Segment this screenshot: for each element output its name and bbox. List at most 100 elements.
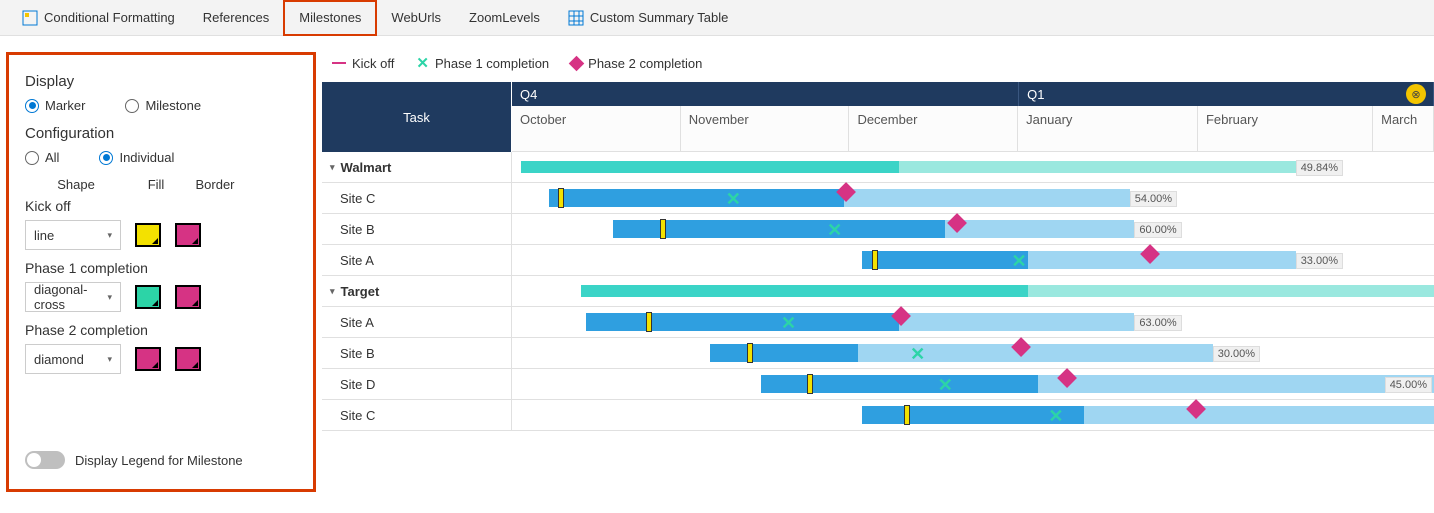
month-cell: January bbox=[1018, 106, 1198, 151]
radio-icon bbox=[25, 99, 39, 113]
phase1-marker: ✕ bbox=[827, 220, 842, 241]
toolbar-custom-summary-table[interactable]: Custom Summary Table bbox=[554, 0, 742, 36]
legend-toggle-label: Display Legend for Milestone bbox=[75, 453, 243, 468]
radio-icon bbox=[125, 99, 139, 113]
reset-icon[interactable]: ⊗ bbox=[1406, 84, 1426, 104]
chevron-down-icon: ▾ bbox=[107, 354, 112, 365]
kickoff-marker bbox=[747, 343, 753, 363]
chevron-down-icon: ▾ bbox=[107, 230, 112, 241]
cross-icon: ✕ bbox=[416, 54, 429, 72]
remaining-bar bbox=[844, 189, 1130, 207]
task-row[interactable]: Site C bbox=[322, 400, 512, 430]
milestone-label: Phase 1 completion bbox=[25, 260, 297, 276]
pct-label: 30.00% bbox=[1213, 346, 1260, 362]
legend-item: Kick off bbox=[332, 56, 394, 71]
col-border: Border bbox=[185, 177, 245, 192]
phase1-marker: ✕ bbox=[910, 344, 925, 365]
radio-icon bbox=[25, 151, 39, 165]
chart-legend: Kick off ✕Phase 1 completion Phase 2 compl… bbox=[322, 46, 1434, 82]
remaining-bar bbox=[1028, 251, 1295, 269]
phase1-marker: ✕ bbox=[726, 189, 741, 210]
col-shape: Shape bbox=[25, 177, 127, 192]
progress-bar bbox=[710, 344, 858, 362]
remaining-bar bbox=[899, 313, 1134, 331]
pct-label: 60.00% bbox=[1134, 222, 1181, 238]
line-icon bbox=[332, 62, 346, 64]
remaining-bar bbox=[1084, 406, 1434, 424]
pct-label: 63.00% bbox=[1134, 315, 1181, 331]
task-row[interactable]: Site C bbox=[322, 183, 512, 213]
phase1-marker: ✕ bbox=[938, 375, 953, 396]
task-row[interactable]: Site B bbox=[322, 338, 512, 368]
column-headers: Shape Fill Border bbox=[25, 177, 297, 192]
toolbar-references[interactable]: References bbox=[189, 0, 283, 36]
month-cell: October bbox=[512, 106, 681, 151]
chevron-down-icon: ▾ bbox=[107, 292, 112, 303]
legend-toggle[interactable] bbox=[25, 451, 65, 469]
remaining-bar bbox=[945, 220, 1134, 238]
gantt-chart: Kick off ✕Phase 1 completion Phase 2 compl… bbox=[322, 36, 1434, 498]
fill-color-picker[interactable] bbox=[135, 347, 161, 371]
pct-label: 45.00% bbox=[1385, 377, 1432, 393]
progress-bar bbox=[761, 375, 1038, 393]
task-row[interactable]: Site A bbox=[322, 307, 512, 337]
pct-label: 49.84% bbox=[1296, 160, 1343, 176]
format-icon bbox=[22, 10, 38, 26]
kickoff-marker bbox=[904, 405, 910, 425]
task-row[interactable]: Site D bbox=[322, 369, 512, 399]
phase1-marker: ✕ bbox=[1048, 406, 1063, 427]
shape-select[interactable]: diagonal-cross▾ bbox=[25, 282, 121, 312]
config-option-all[interactable]: All bbox=[25, 150, 59, 165]
legend-item: Phase 2 completion bbox=[571, 56, 702, 71]
milestone-label: Phase 2 completion bbox=[25, 322, 297, 338]
border-color-picker[interactable] bbox=[175, 223, 201, 247]
progress-bar bbox=[586, 313, 899, 331]
phase1-marker: ✕ bbox=[1012, 251, 1027, 272]
toolbar-weburls[interactable]: WebUrls bbox=[377, 0, 455, 36]
month-cell: November bbox=[681, 106, 850, 151]
diamond-icon bbox=[569, 55, 585, 71]
toolbar-milestones[interactable]: Milestones bbox=[283, 0, 377, 36]
kickoff-marker bbox=[646, 312, 652, 332]
legend-item: ✕Phase 1 completion bbox=[416, 54, 549, 72]
pct-label: 33.00% bbox=[1296, 253, 1343, 269]
quarter-cell: Q1 bbox=[1019, 82, 1434, 106]
display-option-milestone[interactable]: Milestone bbox=[125, 98, 201, 113]
fill-color-picker[interactable] bbox=[135, 223, 161, 247]
toolbar-zoomlevels[interactable]: ZoomLevels bbox=[455, 0, 554, 36]
col-fill: Fill bbox=[127, 177, 185, 192]
month-cell: March bbox=[1373, 106, 1434, 151]
shape-select[interactable]: diamond▾ bbox=[25, 344, 121, 374]
kickoff-marker bbox=[872, 250, 878, 270]
display-option-marker[interactable]: Marker bbox=[25, 98, 85, 113]
toolbar-conditional-formatting[interactable]: Conditional Formatting bbox=[8, 0, 189, 36]
border-color-picker[interactable] bbox=[175, 347, 201, 371]
display-heading: Display bbox=[25, 73, 297, 90]
shape-select[interactable]: line▾ bbox=[25, 220, 121, 250]
task-row[interactable]: Site B bbox=[322, 214, 512, 244]
group-row[interactable]: Target bbox=[322, 276, 512, 306]
progress-bar bbox=[549, 189, 844, 207]
kickoff-marker bbox=[558, 188, 564, 208]
table-icon bbox=[568, 10, 584, 26]
border-color-picker[interactable] bbox=[175, 285, 201, 309]
milestone-label: Kick off bbox=[25, 198, 297, 214]
kickoff-marker bbox=[660, 219, 666, 239]
task-column-header: Task bbox=[322, 82, 512, 152]
month-cell: December bbox=[849, 106, 1018, 151]
config-heading: Configuration bbox=[25, 125, 297, 142]
radio-icon bbox=[99, 151, 113, 165]
pct-label: 54.00% bbox=[1130, 191, 1177, 207]
group-row[interactable]: Walmart bbox=[322, 152, 512, 182]
progress-bar bbox=[862, 251, 1028, 269]
phase1-marker: ✕ bbox=[781, 313, 796, 334]
month-cell: February bbox=[1198, 106, 1373, 151]
kickoff-marker bbox=[807, 374, 813, 394]
milestones-config-panel: Display Marker Milestone Configuration Al… bbox=[6, 52, 316, 492]
top-toolbar: Conditional FormattingReferencesMileston… bbox=[0, 0, 1434, 36]
config-option-individual[interactable]: Individual bbox=[99, 150, 174, 165]
quarter-cell: Q4 bbox=[512, 82, 1019, 106]
remaining-bar bbox=[1038, 375, 1434, 393]
task-row[interactable]: Site A bbox=[322, 245, 512, 275]
fill-color-picker[interactable] bbox=[135, 285, 161, 309]
